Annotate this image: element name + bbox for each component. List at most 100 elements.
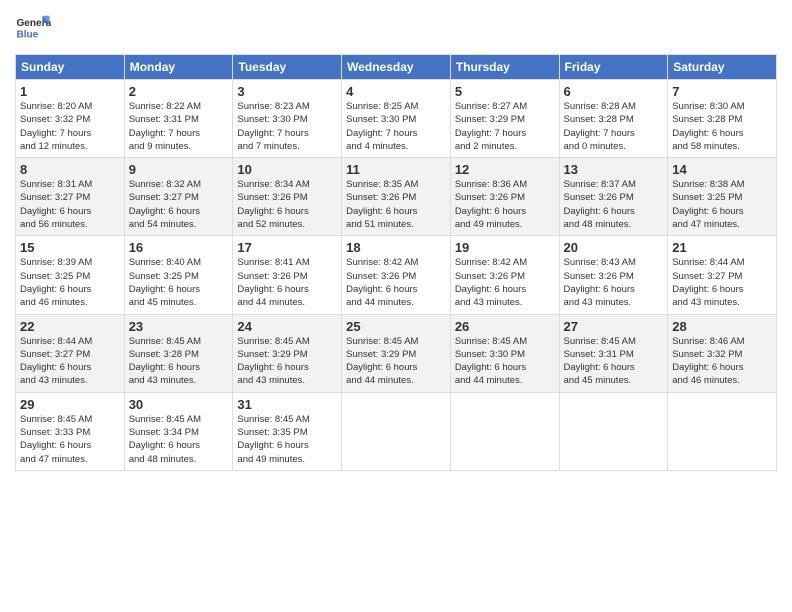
header-day-monday: Monday xyxy=(124,55,233,80)
cell-info-line: Sunrise: 8:27 AM xyxy=(455,100,555,113)
cell-day-2: 2Sunrise: 8:22 AMSunset: 3:31 PMDaylight… xyxy=(124,80,233,158)
cell-info-line: Sunrise: 8:45 AM xyxy=(129,413,229,426)
cell-info-line: and 47 minutes. xyxy=(672,218,772,231)
logo-icon: General Blue xyxy=(15,10,51,46)
cell-info-line: and 43 minutes. xyxy=(237,374,337,387)
day-number: 19 xyxy=(455,240,555,255)
cell-info-line: and 9 minutes. xyxy=(129,140,229,153)
cell-info-line: Daylight: 6 hours xyxy=(672,127,772,140)
cell-info-line: Daylight: 6 hours xyxy=(20,283,120,296)
main-container: General Blue SundayMondayTuesdayWednesda… xyxy=(0,0,792,481)
day-number: 14 xyxy=(672,162,772,177)
cell-info-line: Daylight: 6 hours xyxy=(672,205,772,218)
day-number: 7 xyxy=(672,84,772,99)
cell-info-line: Sunset: 3:25 PM xyxy=(672,191,772,204)
cell-info-line: Sunset: 3:27 PM xyxy=(129,191,229,204)
cell-info-line: and 44 minutes. xyxy=(237,296,337,309)
cell-info-line: and 49 minutes. xyxy=(455,218,555,231)
cell-info-line: Daylight: 6 hours xyxy=(129,439,229,452)
cell-day-25: 25Sunrise: 8:45 AMSunset: 3:29 PMDayligh… xyxy=(342,314,451,392)
cell-info-line: and 43 minutes. xyxy=(564,296,664,309)
cell-info-line: Daylight: 6 hours xyxy=(129,361,229,374)
cell-info-line: Sunrise: 8:38 AM xyxy=(672,178,772,191)
day-number: 9 xyxy=(129,162,229,177)
day-number: 1 xyxy=(20,84,120,99)
cell-info-line: and 43 minutes. xyxy=(455,296,555,309)
cell-day-4: 4Sunrise: 8:25 AMSunset: 3:30 PMDaylight… xyxy=(342,80,451,158)
day-number: 16 xyxy=(129,240,229,255)
cell-day-13: 13Sunrise: 8:37 AMSunset: 3:26 PMDayligh… xyxy=(559,158,668,236)
day-number: 25 xyxy=(346,319,446,334)
cell-info-line: Sunset: 3:31 PM xyxy=(129,113,229,126)
cell-info-line: Daylight: 6 hours xyxy=(672,361,772,374)
cell-day-9: 9Sunrise: 8:32 AMSunset: 3:27 PMDaylight… xyxy=(124,158,233,236)
cell-info-line: Sunset: 3:26 PM xyxy=(455,270,555,283)
cell-info-line: Sunset: 3:25 PM xyxy=(129,270,229,283)
day-number: 13 xyxy=(564,162,664,177)
cell-day-16: 16Sunrise: 8:40 AMSunset: 3:25 PMDayligh… xyxy=(124,236,233,314)
cell-info-line: Sunrise: 8:28 AM xyxy=(564,100,664,113)
cell-info-line: Sunset: 3:26 PM xyxy=(237,191,337,204)
cell-info-line: Sunset: 3:27 PM xyxy=(20,191,120,204)
day-number: 11 xyxy=(346,162,446,177)
cell-info-line: Daylight: 6 hours xyxy=(237,439,337,452)
cell-info-line: Daylight: 7 hours xyxy=(346,127,446,140)
cell-day-11: 11Sunrise: 8:35 AMSunset: 3:26 PMDayligh… xyxy=(342,158,451,236)
cell-info-line: Daylight: 7 hours xyxy=(129,127,229,140)
cell-info-line: Sunset: 3:26 PM xyxy=(564,270,664,283)
cell-day-19: 19Sunrise: 8:42 AMSunset: 3:26 PMDayligh… xyxy=(450,236,559,314)
cell-info-line: Sunset: 3:27 PM xyxy=(20,348,120,361)
header-row: General Blue xyxy=(15,10,777,46)
day-number: 4 xyxy=(346,84,446,99)
cell-info-line: Daylight: 7 hours xyxy=(20,127,120,140)
day-number: 21 xyxy=(672,240,772,255)
cell-info-line: Sunset: 3:32 PM xyxy=(20,113,120,126)
cell-info-line: Sunset: 3:31 PM xyxy=(564,348,664,361)
cell-day-21: 21Sunrise: 8:44 AMSunset: 3:27 PMDayligh… xyxy=(668,236,777,314)
cell-info-line: Sunrise: 8:40 AM xyxy=(129,256,229,269)
cell-info-line: Daylight: 6 hours xyxy=(346,283,446,296)
cell-info-line: and 54 minutes. xyxy=(129,218,229,231)
cell-day-14: 14Sunrise: 8:38 AMSunset: 3:25 PMDayligh… xyxy=(668,158,777,236)
cell-info-line: Daylight: 7 hours xyxy=(455,127,555,140)
day-number: 3 xyxy=(237,84,337,99)
cell-info-line: and 52 minutes. xyxy=(237,218,337,231)
day-number: 28 xyxy=(672,319,772,334)
cell-day-31: 31Sunrise: 8:45 AMSunset: 3:35 PMDayligh… xyxy=(233,392,342,470)
cell-day-12: 12Sunrise: 8:36 AMSunset: 3:26 PMDayligh… xyxy=(450,158,559,236)
cell-info-line: Sunset: 3:26 PM xyxy=(237,270,337,283)
cell-day-30: 30Sunrise: 8:45 AMSunset: 3:34 PMDayligh… xyxy=(124,392,233,470)
cell-info-line: Daylight: 6 hours xyxy=(346,361,446,374)
cell-info-line: and 45 minutes. xyxy=(564,374,664,387)
cell-day-26: 26Sunrise: 8:45 AMSunset: 3:30 PMDayligh… xyxy=(450,314,559,392)
day-number: 17 xyxy=(237,240,337,255)
cell-info-line: Daylight: 6 hours xyxy=(129,205,229,218)
cell-info-line: Sunset: 3:32 PM xyxy=(672,348,772,361)
cell-info-line: Daylight: 6 hours xyxy=(455,361,555,374)
cell-info-line: Sunset: 3:29 PM xyxy=(237,348,337,361)
cell-day-23: 23Sunrise: 8:45 AMSunset: 3:28 PMDayligh… xyxy=(124,314,233,392)
week-row-3: 15Sunrise: 8:39 AMSunset: 3:25 PMDayligh… xyxy=(16,236,777,314)
cell-info-line: Daylight: 6 hours xyxy=(564,283,664,296)
day-number: 31 xyxy=(237,397,337,412)
cell-day-22: 22Sunrise: 8:44 AMSunset: 3:27 PMDayligh… xyxy=(16,314,125,392)
week-row-4: 22Sunrise: 8:44 AMSunset: 3:27 PMDayligh… xyxy=(16,314,777,392)
cell-info-line: and 48 minutes. xyxy=(564,218,664,231)
cell-info-line: and 2 minutes. xyxy=(455,140,555,153)
calendar-table: SundayMondayTuesdayWednesdayThursdayFrid… xyxy=(15,54,777,471)
cell-info-line: and 44 minutes. xyxy=(346,374,446,387)
cell-info-line: Sunset: 3:28 PM xyxy=(564,113,664,126)
cell-info-line: Sunset: 3:30 PM xyxy=(237,113,337,126)
cell-info-line: and 4 minutes. xyxy=(346,140,446,153)
cell-info-line: Sunset: 3:30 PM xyxy=(346,113,446,126)
cell-info-line: Sunrise: 8:43 AM xyxy=(564,256,664,269)
cell-info-line: Sunrise: 8:45 AM xyxy=(346,335,446,348)
cell-info-line: Sunset: 3:34 PM xyxy=(129,426,229,439)
cell-info-line: and 47 minutes. xyxy=(20,453,120,466)
cell-info-line: Sunrise: 8:44 AM xyxy=(672,256,772,269)
cell-info-line: and 45 minutes. xyxy=(129,296,229,309)
cell-info-line: Sunset: 3:35 PM xyxy=(237,426,337,439)
header-row-days: SundayMondayTuesdayWednesdayThursdayFrid… xyxy=(16,55,777,80)
cell-day-empty xyxy=(342,392,451,470)
cell-info-line: and 43 minutes. xyxy=(20,374,120,387)
